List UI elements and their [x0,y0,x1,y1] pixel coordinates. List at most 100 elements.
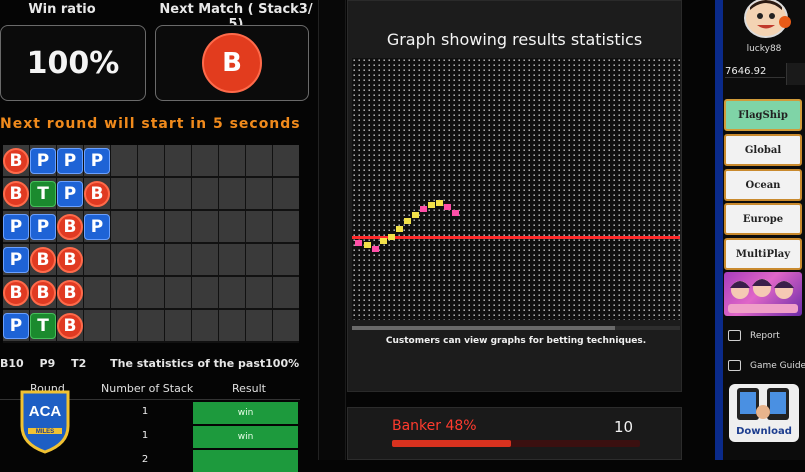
road-cell [246,310,272,341]
graph-marker [364,242,371,248]
road-cell [219,310,245,341]
road-cell [246,178,272,209]
road-cell: P [57,178,83,209]
banker-progress-fill [392,440,512,447]
road-cell [246,244,272,275]
row-result: win [193,426,298,448]
download-label: Download [736,426,792,437]
road-cell [165,145,191,176]
road-cell: T [30,310,56,341]
road-cell: P [30,145,56,176]
road-cell [165,211,191,242]
road-cell: B [57,211,83,242]
graph-marker [452,210,459,216]
banker-count-summary: B10 [0,357,24,370]
road-cell [111,310,137,341]
logo-text: ACA [29,403,62,420]
win-ratio-box: 100% [0,25,146,101]
road-cell [192,211,218,242]
road-cell [138,277,164,308]
avatar-badge [779,16,791,28]
road-result-player: P [3,312,29,339]
road-cell [246,211,272,242]
road-cell [273,244,299,275]
promo-banner[interactable] [724,272,802,316]
road-cell [111,277,137,308]
row-stack: 1 [141,406,149,417]
col-result: Result [232,382,266,395]
road-cell [84,244,110,275]
road-cell [165,277,191,308]
banker-count: 10 [614,418,634,436]
balance: 7646.92 [725,66,785,78]
road-result-player: P [57,147,83,174]
room-button-ocean[interactable]: Ocean [724,169,802,201]
road-cell [138,145,164,176]
road-result-banker: B [3,180,29,207]
panel-divider [318,0,346,460]
road-cell: P [57,145,83,176]
room-button-global[interactable]: Global [724,134,802,166]
road-cell: B [30,244,56,275]
road-cell: P [84,211,110,242]
road-cell [138,211,164,242]
username: lucky88 [746,44,782,54]
room-button-europe[interactable]: Europe [724,203,802,235]
graph-marker [372,246,379,252]
balance-refresh[interactable] [786,63,805,85]
road-cell [246,277,272,308]
tie-count-summary: T2 [71,357,87,370]
aca-logo: ACA MILES [20,390,70,454]
road-result-player: P [84,147,110,174]
road-cell [111,211,137,242]
road-cell [192,178,218,209]
game-guide-link[interactable]: Game Guide [728,360,805,371]
room-button-multiplay[interactable]: MultiPlay [724,238,802,270]
bead-road-grid: BPPPBTPBPPBPPBBBBBPTB [3,145,299,343]
graph-marker [404,218,411,224]
road-cell [165,178,191,209]
road-cell: P [3,244,29,275]
road-cell [111,178,137,209]
road-cell: B [57,277,83,308]
road-result-player: P [3,213,29,240]
next-match-result: B [202,33,262,93]
win-ratio-value: 100% [26,45,120,81]
banker-percent-label: Banker 48% [392,418,477,434]
road-cell [192,277,218,308]
road-result-tie: T [30,312,56,339]
road-cell [219,145,245,176]
graph-marker [355,240,362,246]
room-button-flagship[interactable]: FlagShip [724,99,802,131]
road-result-player: P [57,180,83,207]
road-result-banker: B [3,279,29,306]
road-cell [219,277,245,308]
road-cell: B [3,145,29,176]
road-cell: B [84,178,110,209]
road-result-player: P [3,246,29,273]
statistics-caption: The statistics of the past100% [110,357,300,370]
road-cell: B [3,277,29,308]
win-ratio-label: Win ratio [28,2,96,17]
download-icon [737,388,789,420]
report-label: Report [750,330,780,341]
road-result-banker: B [57,246,83,273]
row-stack: 1 [141,430,149,441]
report-link[interactable]: Report [728,330,780,341]
report-icon [728,330,741,341]
road-result-player: P [30,147,56,174]
road-result-player: P [84,213,110,240]
road-cell: P [30,211,56,242]
road-cell [273,277,299,308]
road-result-banker: B [57,279,83,306]
graph-marker [412,212,419,218]
next-round-countdown: Next round will start in 5 seconds [0,116,301,132]
road-cell [165,310,191,341]
graph-marker [436,200,443,206]
road-result-player: P [30,213,56,240]
guide-icon [728,360,741,371]
results-graph [352,58,680,320]
col-number-of-stack: Number of Stack [101,382,194,395]
road-cell [84,310,110,341]
next-match-box: B [155,25,309,101]
